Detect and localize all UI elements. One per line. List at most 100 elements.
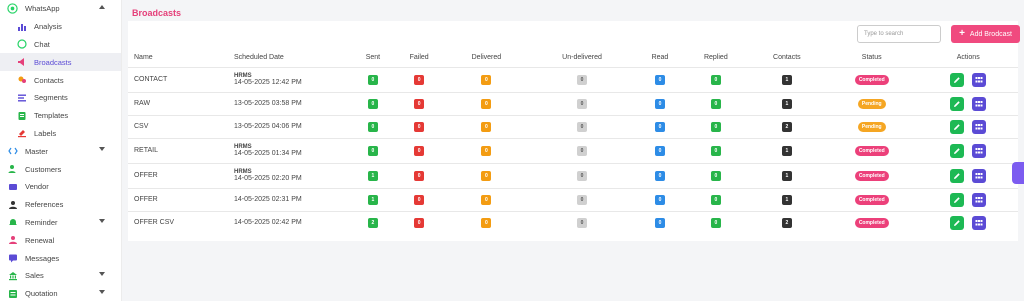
row-actions bbox=[950, 119, 987, 134]
actions-cell bbox=[918, 162, 1018, 188]
row-actions bbox=[950, 143, 987, 158]
view-details-button[interactable] bbox=[972, 72, 987, 87]
template-icon bbox=[16, 110, 27, 121]
contacts-cell: 2 bbox=[748, 210, 825, 234]
sidebar-item-references[interactable]: References bbox=[0, 196, 121, 214]
column-header-un-delivered: Un-delivered bbox=[562, 53, 602, 61]
edit-button[interactable] bbox=[950, 96, 965, 111]
sidebar-item-master[interactable]: Master bbox=[0, 142, 121, 160]
code-icon bbox=[7, 146, 18, 157]
scheduled-date-cell: 14-05-2025 02:42 PM bbox=[234, 210, 353, 234]
add-broadcast-button[interactable]: + Add Brodcast bbox=[951, 25, 1020, 43]
sidebar-item-customers[interactable]: Customers bbox=[0, 160, 121, 178]
table-row: CONTACT HRMS 14-05-2025 12:42 PM 0 0 0 0 0 0 1 Com… bbox=[128, 66, 1018, 92]
table-row: OFFER 14-05-2025 02:31 PM 1 0 0 0 0 0 1 Completed bbox=[128, 187, 1018, 211]
bar-chart-icon bbox=[16, 21, 27, 32]
table-row: RETAIL HRMS 14-05-2025 01:34 PM 0 0 0 0 0 0 1 Comp… bbox=[128, 137, 1018, 163]
grid-icon bbox=[975, 100, 983, 106]
view-details-button[interactable] bbox=[972, 143, 987, 158]
status-badge: Completed bbox=[854, 145, 889, 156]
row-actions bbox=[950, 168, 987, 183]
view-details-button[interactable] bbox=[972, 215, 987, 230]
sidebar-item-segments[interactable]: Segments bbox=[0, 89, 121, 107]
status-badge: Pending bbox=[857, 98, 886, 109]
failed-cell: 0 bbox=[392, 91, 446, 115]
broadcast-name: CSV bbox=[128, 114, 234, 138]
column-header-replied: Replied bbox=[703, 53, 728, 61]
view-details-button[interactable] bbox=[972, 192, 987, 207]
table-header-row: Name Scheduled Date Sent Failed Delivered Un-… bbox=[128, 48, 1018, 67]
read-cell: 0 bbox=[636, 66, 684, 92]
chevron-down-icon bbox=[99, 218, 105, 223]
table-row: RAW 13-05-2025 03:58 PM 0 0 0 0 0 0 1 Pending bbox=[128, 91, 1018, 115]
pencil-icon bbox=[954, 147, 960, 154]
sent-count-badge: 0 bbox=[367, 74, 378, 85]
sidebar-item-reminder[interactable]: Reminder bbox=[0, 214, 121, 232]
view-details-button[interactable] bbox=[972, 96, 987, 111]
read-cell: 0 bbox=[636, 114, 684, 138]
sent-count-badge: 1 bbox=[367, 170, 378, 181]
sidebar-item-contacts[interactable]: Contacts bbox=[0, 71, 121, 89]
status-cell: Completed bbox=[824, 66, 919, 92]
edit-button[interactable] bbox=[950, 192, 965, 207]
sidebar-item-quotation[interactable]: Quotation bbox=[0, 285, 121, 301]
sidebar-item-analysis[interactable]: Analysis bbox=[0, 18, 121, 36]
bell-icon bbox=[7, 217, 18, 228]
sidebar-item-renewal[interactable]: Renewal bbox=[0, 231, 121, 249]
chat-icon bbox=[16, 39, 27, 50]
delivered-count-badge: 0 bbox=[481, 194, 492, 205]
chevron-down-icon bbox=[99, 147, 105, 152]
sent-count-badge: 2 bbox=[367, 217, 378, 228]
sent-cell: 2 bbox=[353, 210, 393, 234]
column-header-failed: Failed bbox=[409, 53, 429, 61]
sidebar-item-label: Analysis bbox=[34, 22, 62, 32]
status-cell: Completed bbox=[824, 187, 919, 211]
chevron-down-icon bbox=[99, 289, 105, 294]
settings-tab[interactable] bbox=[1012, 162, 1024, 184]
sidebar-item-labels[interactable]: Labels bbox=[0, 125, 121, 143]
row-actions bbox=[950, 215, 987, 230]
contacts-cell: 1 bbox=[748, 137, 825, 163]
edit-button[interactable] bbox=[950, 215, 965, 230]
failed-count-badge: 0 bbox=[414, 170, 425, 181]
quotation-icon bbox=[7, 288, 18, 299]
scheduled-date: 14-05-2025 02:42 PM bbox=[234, 219, 302, 227]
view-details-button[interactable] bbox=[972, 168, 987, 183]
read-cell: 0 bbox=[636, 91, 684, 115]
segments-icon bbox=[16, 92, 27, 103]
column-header-status: Status bbox=[861, 53, 882, 61]
edit-button[interactable] bbox=[950, 119, 965, 134]
sidebar-item-templates[interactable]: Templates bbox=[0, 107, 121, 125]
broadcasts-table: Name Scheduled Date Sent Failed Delivered Un-… bbox=[128, 48, 1018, 234]
status-badge: Completed bbox=[854, 194, 889, 205]
sidebar-item-whatsapp[interactable]: WhatsApp bbox=[0, 0, 121, 18]
column-header-name: Name bbox=[134, 53, 153, 61]
delivered-count-badge: 0 bbox=[481, 217, 492, 228]
grid-icon bbox=[975, 147, 983, 153]
grid-icon bbox=[975, 219, 983, 226]
failed-count-badge: 0 bbox=[414, 74, 425, 85]
sidebar-item-label: Templates bbox=[34, 111, 69, 121]
column-header-scheduled-date: Scheduled Date bbox=[234, 53, 284, 61]
table-row: CSV 13-05-2025 04:06 PM 0 0 0 0 0 0 2 Pending bbox=[128, 114, 1018, 138]
search-input[interactable]: Type to search bbox=[857, 25, 941, 43]
sidebar-item-vendor[interactable]: Vendor bbox=[0, 178, 121, 196]
column-header-sent: Sent bbox=[365, 53, 381, 61]
sidebar-item-broadcasts[interactable]: Broadcasts bbox=[0, 53, 121, 72]
status-badge: Completed bbox=[854, 217, 889, 228]
edit-button[interactable] bbox=[950, 72, 965, 87]
edit-button[interactable] bbox=[950, 168, 965, 183]
undelivered-cell: 0 bbox=[527, 66, 637, 92]
sidebar-item-sales[interactable]: Sales bbox=[0, 267, 121, 285]
edit-button[interactable] bbox=[950, 143, 965, 158]
read-cell: 0 bbox=[636, 137, 684, 163]
delivered-cell: 0 bbox=[445, 114, 528, 138]
pencil-icon bbox=[954, 76, 960, 83]
undelivered-count-badge: 0 bbox=[577, 170, 588, 181]
sidebar-item-chat[interactable]: Chat bbox=[0, 36, 121, 54]
sent-cell: 1 bbox=[353, 162, 393, 188]
sidebar-item-messages[interactable]: Messages bbox=[0, 249, 121, 267]
replied-cell: 0 bbox=[683, 91, 749, 115]
replied-count-badge: 0 bbox=[710, 74, 721, 85]
view-details-button[interactable] bbox=[972, 119, 987, 134]
